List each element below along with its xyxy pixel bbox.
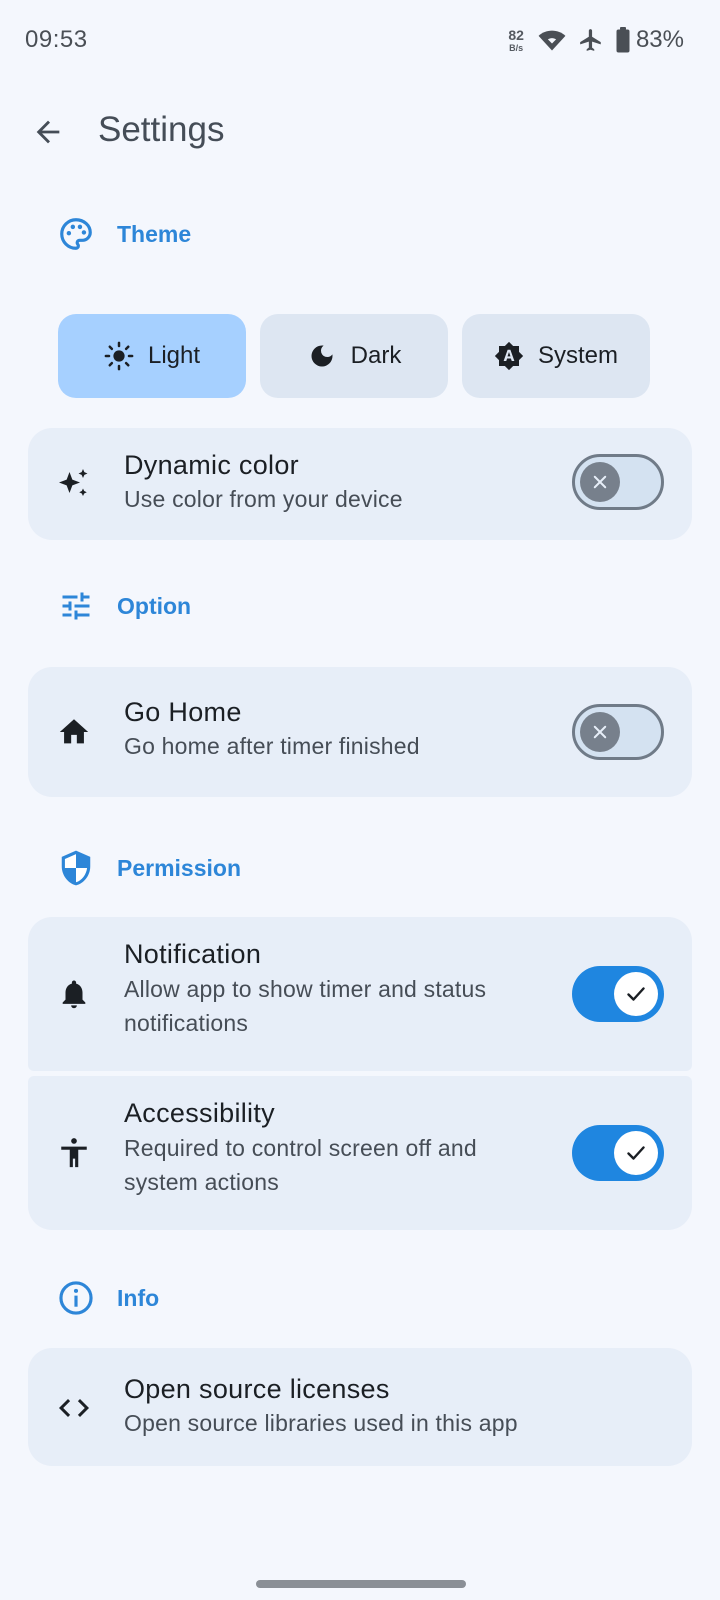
setting-accessibility[interactable]: Accessibility Required to control screen… xyxy=(28,1076,692,1230)
setting-subtitle: Go home after timer finished xyxy=(124,733,420,759)
setting-title: Go Home xyxy=(124,697,242,727)
setting-title: Accessibility xyxy=(124,1098,275,1128)
setting-subtitle: Required to control screen off and syste… xyxy=(124,1135,477,1195)
setting-dynamic-color[interactable]: Dynamic color Use color from your device xyxy=(28,428,692,540)
switch-thumb xyxy=(580,462,620,502)
setting-open-source-licenses[interactable]: Open source licenses Open source librari… xyxy=(28,1348,692,1466)
theme-option-label: Dark xyxy=(350,342,402,369)
section-header-option: Option xyxy=(56,586,191,626)
setting-subtitle: Allow app to show timer and status notif… xyxy=(124,976,487,1036)
bell-icon xyxy=(56,976,92,1012)
section-title-permission: Permission xyxy=(117,854,241,881)
airplane-icon xyxy=(578,27,604,53)
theme-option-system[interactable]: System xyxy=(462,314,650,398)
sparkle-icon xyxy=(56,466,92,502)
theme-option-label: System xyxy=(537,342,618,369)
section-title-theme: Theme xyxy=(117,220,192,247)
switch-thumb xyxy=(580,712,620,752)
status-bar: 09:53 82 B/s 83% xyxy=(0,0,720,80)
section-header-permission: Permission xyxy=(56,848,241,888)
sun-icon xyxy=(104,341,134,371)
setting-title: Open source licenses xyxy=(124,1374,390,1404)
top-app-bar: Settings xyxy=(0,96,720,168)
section-title-option: Option xyxy=(117,592,192,619)
setting-notification[interactable]: Notification Allow app to show timer and… xyxy=(28,917,692,1071)
switch-thumb xyxy=(614,1131,658,1175)
home-indicator[interactable] xyxy=(256,1580,466,1588)
section-header-theme: Theme xyxy=(56,214,191,254)
status-icons: 82 B/s 83% xyxy=(508,24,684,56)
setting-title: Dynamic color xyxy=(124,450,299,480)
close-icon xyxy=(593,475,607,489)
setting-title: Notification xyxy=(124,939,262,969)
settings-screen: 09:53 82 B/s 83% Settings Theme Light Da… xyxy=(0,0,720,1600)
section-title-info: Info xyxy=(117,1284,160,1311)
switch-thumb xyxy=(614,972,658,1016)
setting-go-home[interactable]: Go Home Go home after timer finished xyxy=(28,667,692,797)
tune-icon xyxy=(56,586,96,626)
status-time: 09:53 xyxy=(25,26,88,53)
palette-icon xyxy=(56,214,96,254)
setting-subtitle: Use color from your device xyxy=(124,486,403,512)
battery-percent: 83% xyxy=(635,26,684,53)
arrow-back-icon xyxy=(36,120,60,144)
auto-brightness-icon xyxy=(494,341,524,371)
battery-icon xyxy=(616,27,630,53)
code-icon xyxy=(56,1390,92,1426)
theme-option-light[interactable]: Light xyxy=(58,314,246,398)
home-icon xyxy=(56,714,92,750)
moon-icon xyxy=(307,341,337,371)
accessibility-switch[interactable] xyxy=(572,1125,664,1181)
section-header-info: Info xyxy=(56,1278,159,1318)
go-home-switch[interactable] xyxy=(572,704,664,760)
dynamic-color-switch[interactable] xyxy=(572,454,664,510)
wifi-icon xyxy=(538,28,566,52)
theme-option-label: Light xyxy=(147,342,201,369)
notification-switch[interactable] xyxy=(572,966,664,1022)
theme-selector: Light Dark System xyxy=(58,314,650,398)
network-speed-value: 82 xyxy=(508,26,524,43)
accessibility-icon xyxy=(56,1135,92,1171)
check-icon xyxy=(627,1146,645,1160)
check-icon xyxy=(627,987,645,1001)
network-speed: 82 B/s xyxy=(508,28,524,53)
network-speed-unit: B/s xyxy=(509,42,524,53)
theme-option-dark[interactable]: Dark xyxy=(260,314,448,398)
close-icon xyxy=(593,725,607,739)
setting-subtitle: Open source libraries used in this app xyxy=(124,1410,518,1436)
back-button[interactable] xyxy=(22,106,74,158)
page-title: Settings xyxy=(98,110,225,149)
shield-icon xyxy=(56,848,96,888)
info-icon xyxy=(56,1278,96,1318)
